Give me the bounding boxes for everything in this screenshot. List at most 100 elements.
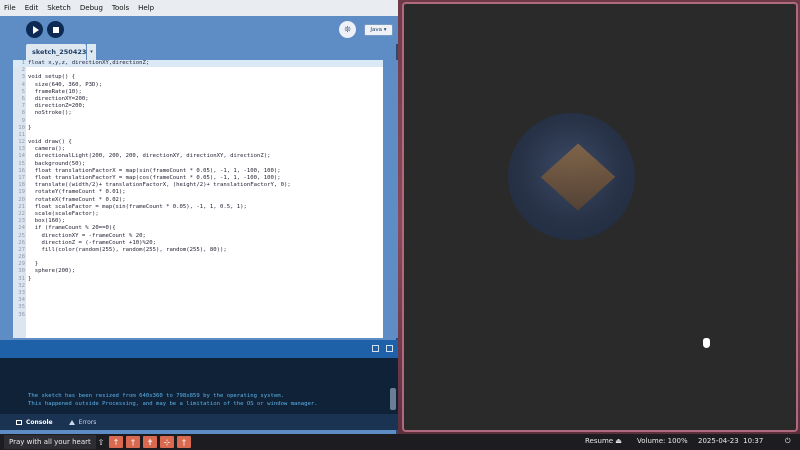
code-line[interactable]: 5 frameRate(10); (13, 89, 383, 96)
line-number: 31 (18, 275, 25, 282)
line-number: 30 (18, 268, 25, 275)
code-line[interactable]: 11 (13, 132, 383, 139)
code-line[interactable]: 35 (13, 304, 383, 311)
line-number: 22 (18, 210, 25, 217)
code-line[interactable]: 4 size(640, 360, P3D); (13, 82, 383, 89)
menu-edit[interactable]: Edit (25, 4, 39, 12)
line-number: 13 (18, 146, 25, 153)
code-text: box(160); (28, 218, 66, 225)
line-number: 23 (18, 218, 25, 225)
taskbar: Pray with all your heart ⇧ ↑ † ✝ ⊹ † Res… (0, 434, 800, 450)
power-icon[interactable]: ⏻ (785, 437, 791, 446)
taskbar-dagger-icon[interactable]: † (177, 436, 191, 448)
code-line[interactable]: 22 scale(scaleFactor); (13, 211, 383, 218)
copy-icon[interactable] (372, 345, 379, 352)
code-line[interactable]: 29 } (13, 261, 383, 268)
code-line[interactable]: 13 camera(); (13, 146, 383, 153)
code-line[interactable]: 30 sphere(200); (13, 268, 383, 275)
code-line[interactable]: 32 (13, 283, 383, 290)
code-line[interactable]: 9 (13, 118, 383, 125)
menu-debug[interactable]: Debug (80, 4, 103, 12)
code-line[interactable]: 8 noStroke(); (13, 110, 383, 117)
code-line[interactable]: 17 float translationFactorY = map(cos(fr… (13, 175, 383, 182)
code-line[interactable]: 31} (13, 276, 383, 283)
stop-button[interactable] (47, 21, 64, 38)
menu-sketch[interactable]: Sketch (47, 4, 71, 12)
line-number: 1 (21, 60, 25, 66)
code-text: directionXY=200; (28, 95, 89, 102)
code-line[interactable]: 27 fill(color(random(255), random(255), … (13, 247, 383, 254)
code-line[interactable]: 25 directionXY = -frameCount % 20; (13, 233, 383, 240)
line-number: 4 (21, 81, 25, 88)
code-line[interactable]: 14 directionalLight(200, 200, 200, direc… (13, 153, 383, 160)
code-line[interactable]: 19 rotateY(frameCount * 0.01); (13, 189, 383, 196)
tab-menu-button[interactable]: ▾ (87, 44, 96, 60)
code-line[interactable]: 16 float translationFactorX = map(sin(fr… (13, 168, 383, 175)
line-number: 12 (18, 139, 25, 146)
taskbar-latin-cross-icon[interactable]: ✝ (143, 436, 157, 448)
line-number: 27 (18, 246, 25, 253)
console-area: The sketch has been resized from 640x360… (0, 358, 398, 414)
debug-button[interactable]: ❊ (339, 21, 356, 38)
taskbar-window-title[interactable]: Pray with all your heart (4, 435, 96, 449)
taskbar-star-icon[interactable]: ⊹ (160, 436, 174, 448)
tab-console[interactable]: Console (16, 419, 53, 426)
code-line[interactable]: 2 (13, 67, 383, 74)
code-line[interactable]: 1 float x,y,z, directionXY,directionZ; (13, 60, 383, 68)
tab-sketch[interactable]: sketch_250423a (26, 44, 91, 60)
menu-file[interactable]: File (4, 4, 16, 12)
code-lines: 1 float x,y,z, directionXY,directionZ; 2 3 v… (13, 60, 383, 319)
code-line[interactable]: 18 translate((width/2)+ translationFacto… (13, 182, 383, 189)
code-text: } (28, 275, 32, 282)
code-line[interactable]: 28 (13, 254, 383, 261)
code-line[interactable]: 33 (13, 290, 383, 297)
status-strip (0, 340, 398, 358)
code-text: directionalLight(200, 200, 200, directio… (28, 153, 271, 160)
line-number: 33 (18, 290, 25, 296)
run-button[interactable] (26, 21, 43, 38)
tab-errors[interactable]: Errors (68, 418, 97, 426)
code-line[interactable]: 26 directionZ = (-frameCount +10)%20; (13, 240, 383, 247)
code-line[interactable]: 7 directionZ=200; (13, 103, 383, 110)
code-line[interactable]: 10} (13, 125, 383, 132)
resume-button[interactable]: Resume ⏏ (585, 437, 622, 445)
code-line[interactable]: 3 void setup() { (13, 74, 383, 81)
code-line[interactable]: 6 directionXY=200; (13, 96, 383, 103)
line-number: 35 (18, 304, 25, 311)
code-line[interactable]: 12 void draw() { (13, 139, 383, 146)
code-line[interactable]: 34 (13, 297, 383, 304)
code-text: rotateX(frameCount * 0.02); (28, 196, 126, 203)
code-line[interactable]: 20 rotateX(frameCount * 0.02); (13, 197, 383, 204)
code-line[interactable]: 15 background(50); (13, 161, 383, 168)
butterfly-icon: ❊ (344, 25, 351, 34)
code-text: float translationFactorY = map(cos(frame… (28, 175, 281, 181)
line-number: 21 (18, 203, 25, 210)
editor-scrollbar[interactable] (383, 60, 398, 338)
code-line[interactable]: 24 if (frameCount % 20==0){ (13, 225, 383, 232)
stop-icon (52, 26, 59, 33)
code-text: float translationFactorX = map(sin(frame… (28, 167, 281, 174)
line-number: 20 (18, 196, 25, 203)
taskbar-icons: ⇧ ↑ † ✝ ⊹ † (96, 436, 194, 448)
code-editor[interactable]: 1 float x,y,z, directionXY,directionZ; 2 3 v… (13, 60, 383, 338)
play-icon (32, 25, 39, 34)
taskbar-cross-icon[interactable]: † (126, 436, 140, 448)
volume-indicator[interactable]: Volume: 100% (637, 437, 688, 445)
code-text: if (frameCount % 20==0){ (28, 225, 116, 232)
taskbar-arrow-icon[interactable]: ⇧ (96, 436, 106, 448)
mode-selector[interactable]: Java ▾ (364, 24, 393, 36)
menu-tools[interactable]: Tools (112, 4, 129, 12)
tab-errors-label: Errors (78, 418, 97, 426)
code-line[interactable]: 21 float scaleFactor = map(sin(frameCoun… (13, 204, 383, 211)
console-tabs: Console Errors (0, 414, 398, 430)
code-line[interactable]: 23 box(160); (13, 218, 383, 225)
line-number: 29 (18, 261, 25, 268)
window-icon[interactable] (386, 345, 393, 352)
code-line[interactable]: 36 (13, 312, 383, 319)
menu-help[interactable]: Help (138, 4, 154, 12)
code-text: directionXY = -frameCount % 20; (28, 232, 146, 239)
code-text: frameRate(10); (28, 88, 82, 95)
taskbar-up-icon[interactable]: ↑ (109, 436, 123, 448)
code-text: } (28, 261, 39, 268)
console-scrollbar[interactable] (390, 388, 396, 410)
